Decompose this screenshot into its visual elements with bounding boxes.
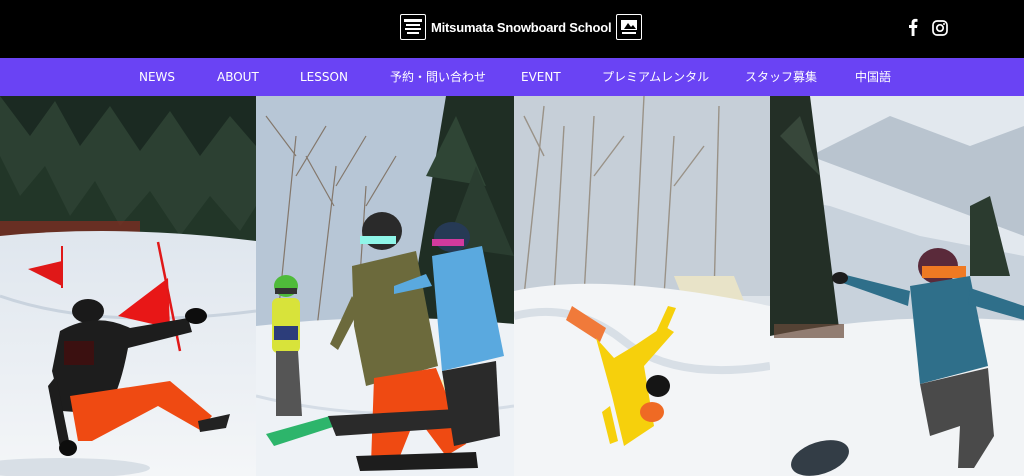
- academy-badge-logo: [400, 14, 426, 40]
- brand-logo[interactable]: Mitsumata Snowboard School: [400, 13, 643, 41]
- instagram-icon[interactable]: [931, 19, 948, 36]
- nav-item-premium-rental[interactable]: プレミアムレンタル: [602, 58, 709, 96]
- photo-yellow-jacket-powder[interactable]: [514, 96, 770, 476]
- nav-item-event[interactable]: EVENT: [521, 58, 561, 96]
- nav-item-lesson[interactable]: LESSON: [300, 58, 348, 96]
- facebook-icon[interactable]: [906, 18, 920, 36]
- nav-item-news[interactable]: NEWS: [139, 58, 175, 96]
- main-nav: NEWS ABOUT LESSON 予約・問い合わせ EVENT プレミアムレン…: [0, 58, 1024, 96]
- photo-blue-jacket-rider[interactable]: [770, 96, 1024, 476]
- site-header: Mitsumata Snowboard School: [0, 0, 1024, 58]
- nav-item-chinese[interactable]: 中国語: [855, 58, 891, 96]
- brand-title: Mitsumata Snowboard School: [431, 19, 612, 35]
- nav-item-reservation[interactable]: 予約・問い合わせ: [390, 58, 486, 96]
- hero-gallery: [0, 96, 1024, 476]
- nav-item-about[interactable]: ABOUT: [217, 58, 259, 96]
- snowboard-school-badge-logo: [616, 14, 643, 40]
- nav-item-staff-recruitment[interactable]: スタッフ募集: [745, 58, 817, 96]
- photo-kids-lesson[interactable]: [256, 96, 514, 476]
- photo-rider-red-gates[interactable]: [0, 96, 256, 476]
